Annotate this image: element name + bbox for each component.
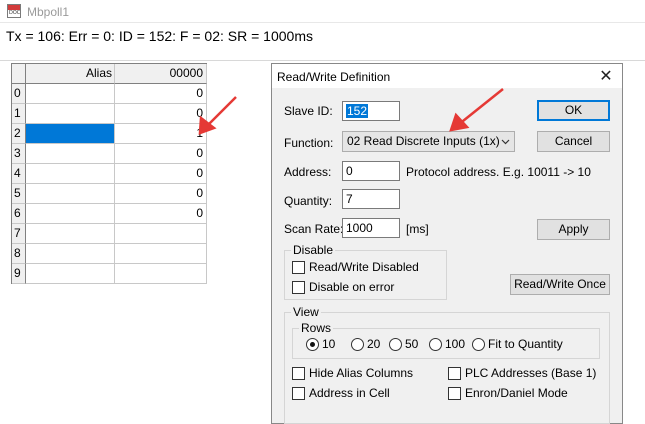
grid-header-row: Alias 00000: [12, 64, 207, 84]
close-icon[interactable]: ✕: [596, 66, 616, 86]
row-index: 0: [12, 84, 26, 104]
value-cell[interactable]: [115, 264, 207, 284]
alias-cell[interactable]: [26, 164, 115, 184]
alias-cell[interactable]: [26, 224, 115, 244]
table-row[interactable]: 8: [12, 244, 207, 264]
view-group-label: View: [291, 305, 321, 319]
table-row[interactable]: 7: [12, 224, 207, 244]
enron-daniel-mode-checkbox[interactable]: Enron/Daniel Mode: [448, 386, 568, 400]
apply-button[interactable]: Apply: [537, 219, 610, 240]
checkbox-box: [292, 260, 305, 274]
table-row[interactable]: 1 0: [12, 104, 207, 124]
alias-cell-selected[interactable]: [26, 124, 115, 144]
alias-cell[interactable]: [26, 264, 115, 284]
read-write-definition-dialog[interactable]: Read/Write Definition ✕ Slave ID: 152 OK…: [271, 63, 623, 424]
rows-radio-10[interactable]: 10: [306, 337, 335, 351]
row-index: 8: [12, 244, 26, 264]
address-input[interactable]: 0: [342, 161, 400, 181]
value-cell[interactable]: 0: [115, 204, 207, 224]
status-line: Tx = 106: Err = 0: ID = 152: F = 02: SR …: [6, 28, 313, 44]
data-grid[interactable]: Alias 00000 0 0 1 0 2 1 3 0 4 0 5 0 6 0 …: [11, 63, 207, 284]
value-cell[interactable]: 0: [115, 104, 207, 124]
row-index: 7: [12, 224, 26, 244]
slave-id-label: Slave ID:: [284, 104, 333, 118]
rows-radio-50[interactable]: 50: [389, 337, 418, 351]
table-row[interactable]: 3 0: [12, 144, 207, 164]
value-column-header[interactable]: 00000: [115, 64, 207, 84]
plc-addresses-checkbox[interactable]: PLC Addresses (Base 1): [448, 366, 596, 380]
disable-on-error-checkbox[interactable]: Disable on error: [292, 280, 394, 294]
row-index: 4: [12, 164, 26, 184]
read-write-disabled-checkbox[interactable]: Read/Write Disabled: [292, 260, 419, 274]
alias-cell[interactable]: [26, 84, 115, 104]
address-in-cell-checkbox[interactable]: Address in Cell: [292, 386, 390, 400]
table-row[interactable]: 4 0: [12, 164, 207, 184]
value-cell[interactable]: 0: [115, 144, 207, 164]
value-cell[interactable]: 0: [115, 164, 207, 184]
quantity-label: Quantity:: [284, 194, 333, 208]
rows-radio-100[interactable]: 100: [429, 337, 465, 351]
ok-button[interactable]: OK: [537, 100, 610, 121]
address-label: Address:: [284, 165, 332, 179]
quantity-input[interactable]: 7: [342, 189, 400, 209]
function-select[interactable]: 02 Read Discrete Inputs (1x): [342, 131, 515, 152]
rows-group-label: Rows: [299, 321, 334, 335]
dialog-title: Read/Write Definition: [277, 70, 391, 84]
checkbox-box: [292, 386, 305, 400]
value-cell[interactable]: 0: [115, 184, 207, 204]
child-window-title: Mbpoll1: [27, 5, 70, 19]
rows-radio-20[interactable]: 20: [351, 337, 380, 351]
function-selected-value: 02 Read Discrete Inputs (1x): [347, 134, 500, 148]
slave-id-input[interactable]: 152: [342, 101, 400, 121]
dialog-titlebar[interactable]: Read/Write Definition ✕: [272, 64, 622, 88]
alias-cell[interactable]: [26, 144, 115, 164]
alias-cell[interactable]: [26, 104, 115, 124]
scan-rate-unit: [ms]: [406, 222, 429, 236]
value-cell[interactable]: 1: [115, 124, 207, 144]
checkbox-box: [292, 366, 305, 380]
scan-rate-label: Scan Rate:: [284, 222, 344, 236]
row-index: 2: [12, 124, 26, 144]
chevron-down-icon: [501, 139, 510, 145]
table-row[interactable]: 0 0: [12, 84, 207, 104]
value-cell[interactable]: [115, 224, 207, 244]
row-index: 9: [12, 264, 26, 284]
cancel-button[interactable]: Cancel: [537, 131, 610, 152]
document-icon: DOC: [7, 4, 21, 18]
alias-column-header[interactable]: Alias: [26, 64, 115, 84]
table-row[interactable]: 6 0: [12, 204, 207, 224]
rows-radio-fit-to-quantity[interactable]: Fit to Quantity: [472, 337, 563, 351]
checkbox-box: [292, 280, 305, 294]
child-window-titlebar[interactable]: DOC Mbpoll1: [0, 0, 645, 23]
radio-dot: [389, 337, 402, 351]
grid-corner-cell: [12, 64, 26, 84]
function-label: Function:: [284, 136, 334, 150]
address-hint: Protocol address. E.g. 10011 -> 10: [406, 165, 591, 179]
disable-group-label: Disable: [291, 243, 336, 257]
table-row[interactable]: 9: [12, 264, 207, 284]
radio-dot: [306, 337, 319, 351]
alias-cell[interactable]: [26, 244, 115, 264]
radio-dot: [429, 337, 442, 351]
scan-rate-input[interactable]: 1000: [342, 218, 400, 238]
radio-dot: [351, 337, 364, 351]
alias-cell[interactable]: [26, 184, 115, 204]
hide-alias-columns-checkbox[interactable]: Hide Alias Columns: [292, 366, 413, 380]
alias-cell[interactable]: [26, 204, 115, 224]
row-index: 3: [12, 144, 26, 164]
row-index: 5: [12, 184, 26, 204]
read-write-once-button[interactable]: Read/Write Once: [510, 274, 610, 295]
table-row[interactable]: 5 0: [12, 184, 207, 204]
table-row[interactable]: 2 1: [12, 124, 207, 144]
status-line-area: Tx = 106: Err = 0: ID = 152: F = 02: SR …: [0, 23, 645, 61]
row-index: 6: [12, 204, 26, 224]
row-index: 1: [12, 104, 26, 124]
value-cell[interactable]: 0: [115, 84, 207, 104]
checkbox-box: [448, 386, 461, 400]
checkbox-box: [448, 366, 461, 380]
value-cell[interactable]: [115, 244, 207, 264]
radio-dot: [472, 337, 485, 351]
